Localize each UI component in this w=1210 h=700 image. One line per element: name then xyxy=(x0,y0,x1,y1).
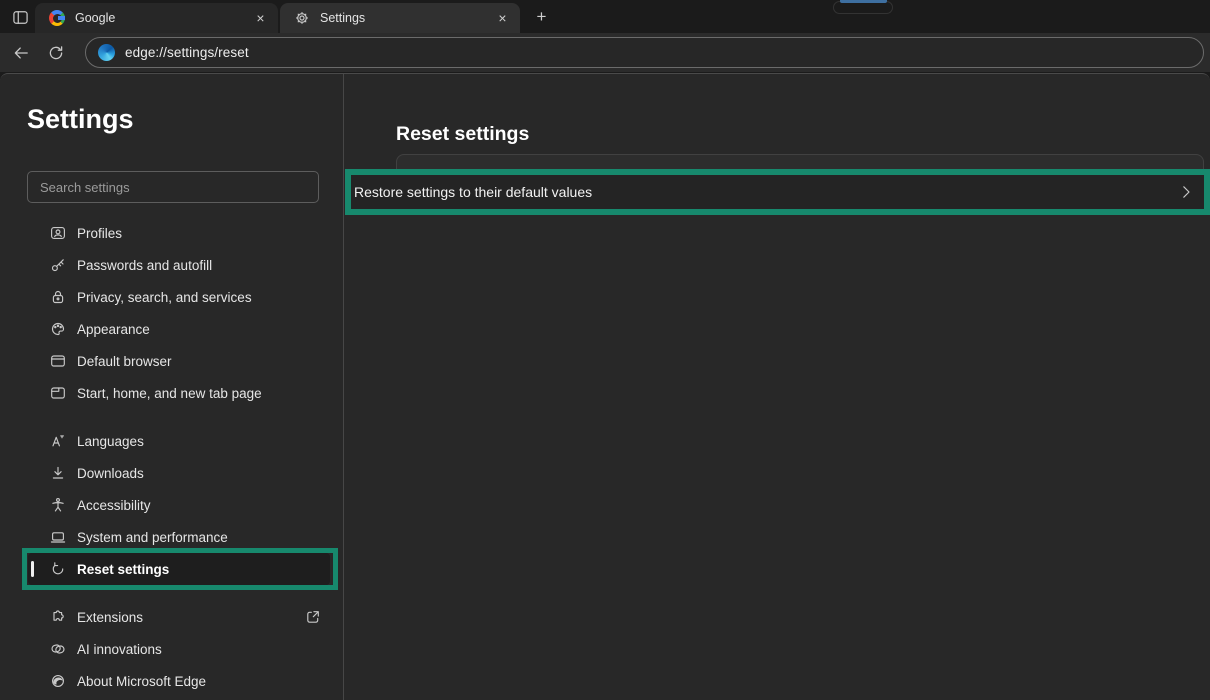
address-bar[interactable]: edge://settings/reset xyxy=(85,37,1204,68)
sidebar-item-reset-settings[interactable]: Reset settings xyxy=(28,553,330,585)
settings-sidebar: Settings Profiles Passwords and autofill… xyxy=(0,74,344,700)
sidebar-item-label: Start, home, and new tab page xyxy=(77,386,262,401)
sidebar-item-default-browser[interactable]: Default browser xyxy=(28,345,330,377)
sidebar-item-passwords[interactable]: Passwords and autofill xyxy=(28,249,330,281)
close-tab-icon[interactable]: × xyxy=(251,9,270,28)
accessibility-person-icon xyxy=(50,497,66,513)
sidebar-item-about-edge[interactable]: About Microsoft Edge xyxy=(28,665,330,697)
highlight-box-restore-row: Restore settings to their default values xyxy=(345,169,1210,215)
tab-title: Settings xyxy=(320,11,493,25)
new-tab-page-icon xyxy=(50,385,66,401)
sidebar-item-start-home[interactable]: Start, home, and new tab page xyxy=(28,377,330,409)
tab-group-color-line xyxy=(840,0,887,3)
edge-logo-gray-icon xyxy=(50,673,66,689)
sidebar-item-appearance[interactable]: Appearance xyxy=(28,313,330,345)
restore-settings-row[interactable]: Restore settings to their default values xyxy=(351,175,1204,209)
sidebar-item-label: Default browser xyxy=(77,354,172,369)
sidebar-item-label: Reset settings xyxy=(77,562,169,577)
download-icon xyxy=(50,465,66,481)
restore-row-label: Restore settings to their default values xyxy=(354,184,592,200)
copilot-icon xyxy=(50,641,66,657)
external-link-icon xyxy=(305,609,321,625)
section-heading: Reset settings xyxy=(396,123,529,146)
browser-toolbar: edge://settings/reset xyxy=(0,33,1210,72)
profiles-icon xyxy=(50,225,66,241)
sidebar-item-extensions[interactable]: Extensions xyxy=(28,601,330,633)
reset-icon xyxy=(50,561,66,577)
sidebar-item-label: System and performance xyxy=(77,530,228,545)
settings-page: Settings Profiles Passwords and autofill… xyxy=(0,73,1210,700)
sidebar-item-downloads[interactable]: Downloads xyxy=(28,457,330,489)
tab-actions-icon xyxy=(12,9,29,26)
url-text: edge://settings/reset xyxy=(125,45,249,60)
new-tab-button[interactable]: + xyxy=(531,6,552,27)
browser-window-icon xyxy=(50,353,66,369)
chevron-right-icon xyxy=(1178,184,1194,200)
sidebar-item-profiles[interactable]: Profiles xyxy=(28,217,330,249)
close-tab-icon[interactable]: × xyxy=(493,9,512,28)
laptop-icon xyxy=(50,529,66,545)
sidebar-item-ai-innovations[interactable]: AI innovations xyxy=(28,633,330,665)
sidebar-item-privacy[interactable]: Privacy, search, and services xyxy=(28,281,330,313)
sidebar-item-label: Privacy, search, and services xyxy=(77,290,252,305)
page-title: Settings xyxy=(27,104,134,135)
tab-settings[interactable]: Settings × xyxy=(280,3,520,33)
settings-main-panel: Reset settings Restore settings to their… xyxy=(345,74,1210,700)
edge-logo-icon xyxy=(98,44,115,61)
sidebar-item-label: Accessibility xyxy=(77,498,151,513)
languages-icon xyxy=(50,433,66,449)
sidebar-item-label: Downloads xyxy=(77,466,144,481)
sidebar-item-accessibility[interactable]: Accessibility xyxy=(28,489,330,521)
sidebar-item-label: Appearance xyxy=(77,322,150,337)
sidebar-item-label: Profiles xyxy=(77,226,122,241)
gear-favicon-icon xyxy=(294,10,310,26)
selected-indicator xyxy=(31,561,34,577)
sidebar-item-languages[interactable]: Languages xyxy=(28,425,330,457)
google-favicon-icon xyxy=(49,10,65,26)
palette-icon xyxy=(50,321,66,337)
sidebar-item-label: Extensions xyxy=(77,610,143,625)
sidebar-item-label: Passwords and autofill xyxy=(77,258,212,273)
back-button[interactable] xyxy=(9,41,33,65)
puzzle-icon xyxy=(50,609,66,625)
sidebar-item-label: About Microsoft Edge xyxy=(77,674,206,689)
sidebar-item-label: AI innovations xyxy=(77,642,162,657)
tab-strip: Google × Settings × + xyxy=(0,0,1210,33)
sidebar-item-label: Languages xyxy=(77,434,144,449)
sidebar-item-system-performance[interactable]: System and performance xyxy=(28,521,330,553)
tab-title: Google xyxy=(75,11,251,25)
tab-google[interactable]: Google × xyxy=(35,3,278,33)
key-icon xyxy=(50,257,66,273)
search-settings-input[interactable] xyxy=(27,171,319,203)
tab-actions-menu-button[interactable] xyxy=(10,7,30,27)
reload-button[interactable] xyxy=(44,41,68,65)
lock-icon xyxy=(50,289,66,305)
